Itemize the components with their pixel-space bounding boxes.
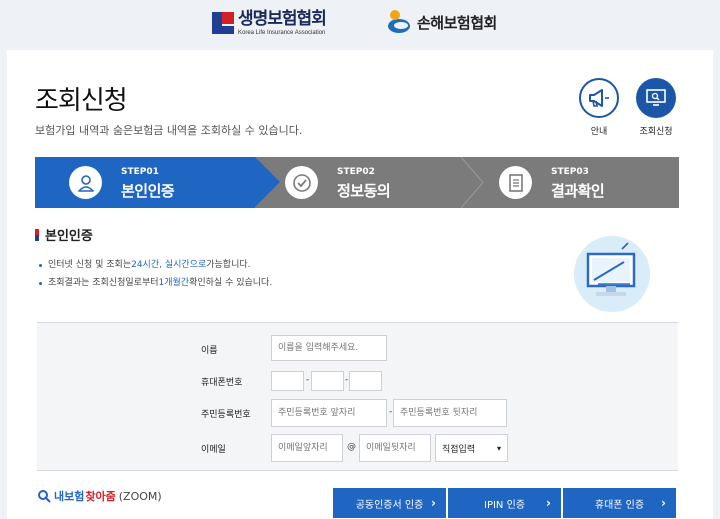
step-3-label: 결과확인 bbox=[551, 182, 605, 200]
guide-label: 안내 bbox=[590, 127, 608, 137]
logo1-name: 생명보험협회 bbox=[238, 8, 327, 29]
step-2: STEP02 정보동의 bbox=[251, 157, 465, 208]
step-2-number: STEP02 bbox=[337, 167, 375, 177]
magnifier-icon bbox=[38, 490, 51, 503]
logo1-english: Korea Life Insurance Association bbox=[238, 29, 326, 36]
apply-label: 조회신청 bbox=[639, 127, 673, 137]
phone-input-3[interactable] bbox=[349, 371, 382, 391]
document-icon bbox=[499, 166, 532, 199]
chevron-right-icon: › bbox=[661, 496, 666, 510]
insurance-zoom-link[interactable]: 내보험 찾아줌 (ZOOM) bbox=[37, 488, 162, 504]
step-1-number: STEP01 bbox=[121, 167, 159, 177]
email-front-input[interactable] bbox=[271, 434, 343, 462]
name-input[interactable] bbox=[271, 335, 387, 361]
phone-input-1[interactable] bbox=[271, 371, 304, 391]
chevron-right-icon: › bbox=[431, 496, 436, 510]
top-header: 생명보험협회 Korea Life Insurance Association … bbox=[0, 0, 720, 48]
zoom-text-3: (ZOOM) bbox=[118, 489, 162, 503]
zoom-text-1: 내보험 bbox=[54, 490, 85, 503]
person-icon bbox=[69, 166, 102, 199]
step-3: STEP03 결과확인 bbox=[465, 157, 679, 208]
step-3-number: STEP03 bbox=[551, 167, 589, 177]
knia-logo-icon bbox=[388, 10, 412, 34]
rrn-front-input[interactable] bbox=[271, 399, 387, 427]
notice-item: 인터넷 신청 및 조회는 24시간, 실시간으로 가능합니다. bbox=[39, 256, 272, 274]
chevron-down-icon: ▾ bbox=[496, 443, 501, 453]
monitor-search-icon bbox=[646, 89, 666, 106]
klia-logo-icon bbox=[212, 12, 234, 34]
general-insurance-association-logo[interactable]: 손해보험협회 bbox=[388, 10, 497, 34]
section-title: 본인인증 bbox=[45, 229, 93, 244]
megaphone-icon bbox=[589, 89, 609, 107]
life-insurance-association-logo[interactable]: 생명보험협회 Korea Life Insurance Association bbox=[212, 8, 327, 37]
notice-list: 인터넷 신청 및 조회는 24시간, 실시간으로 가능합니다. 조회결과는 조회… bbox=[39, 256, 272, 292]
step-1-label: 본인인증 bbox=[121, 182, 175, 200]
ipin-auth-button[interactable]: IPIN 인증 › bbox=[448, 488, 561, 518]
identity-form: 이름 휴대폰번호 - - 주민등록번호 - 이메일 @ 직접입력 ▾ bbox=[37, 322, 678, 471]
notice-item: 조회결과는 조회신청일로부터 1개월간 확인하실 수 있습니다. bbox=[39, 274, 272, 292]
chevron-right-icon: › bbox=[546, 496, 551, 510]
page-title: 조회신청 bbox=[35, 86, 128, 116]
email-label: 이메일 bbox=[201, 445, 226, 455]
rrn-back-input[interactable] bbox=[393, 399, 507, 427]
apply-button[interactable] bbox=[636, 78, 676, 118]
monitor-illustration-icon bbox=[574, 236, 650, 312]
logo2-name: 손해보험협회 bbox=[417, 13, 497, 32]
step-divider-icon bbox=[460, 157, 484, 208]
step-progress-bar: STEP02 정보동의 STEP03 결과확인 STEP01 본인인증 bbox=[35, 157, 679, 208]
section-heading: 본인인증 bbox=[35, 225, 93, 244]
email-domain-select[interactable]: 직접입력 ▾ bbox=[435, 434, 508, 462]
guide-button[interactable] bbox=[579, 78, 619, 118]
step-1: STEP01 본인인증 bbox=[35, 157, 280, 208]
step-2-label: 정보동의 bbox=[337, 182, 391, 200]
rrn-label: 주민등록번호 bbox=[201, 410, 251, 420]
phone-auth-button[interactable]: 휴대폰 인증 › bbox=[563, 488, 676, 518]
certificate-auth-label: 공동인증서 인증 bbox=[355, 499, 424, 511]
phone-input-2[interactable] bbox=[311, 371, 344, 391]
certificate-auth-button[interactable]: 공동인증서 인증 › bbox=[333, 488, 446, 518]
ipin-auth-label: IPIN 인증 bbox=[484, 499, 525, 511]
main-card: 조회신청 보험가입 내역과 숨은보험금 내역을 조회하실 수 있습니다. 안내 … bbox=[7, 50, 713, 519]
zoom-text-2: 찾아줌 bbox=[85, 490, 116, 503]
rrn-dash: - bbox=[389, 407, 393, 417]
email-at: @ bbox=[347, 442, 356, 452]
phone-auth-label: 휴대폰 인증 bbox=[594, 499, 645, 511]
email-domain-value: 직접입력 bbox=[442, 444, 476, 455]
phone-dash: - bbox=[345, 375, 349, 385]
highlight-text: 1개월간 bbox=[158, 278, 190, 288]
name-label: 이름 bbox=[201, 346, 218, 356]
phone-dash: - bbox=[306, 375, 310, 385]
flag-icon bbox=[35, 228, 39, 241]
phone-label: 휴대폰번호 bbox=[201, 378, 243, 388]
email-back-input[interactable] bbox=[359, 434, 431, 462]
highlight-text: 24시간, 실시간으로 bbox=[131, 260, 207, 270]
page-subtitle: 보험가입 내역과 숨은보험금 내역을 조회하실 수 있습니다. bbox=[35, 124, 303, 137]
check-icon bbox=[285, 166, 318, 199]
